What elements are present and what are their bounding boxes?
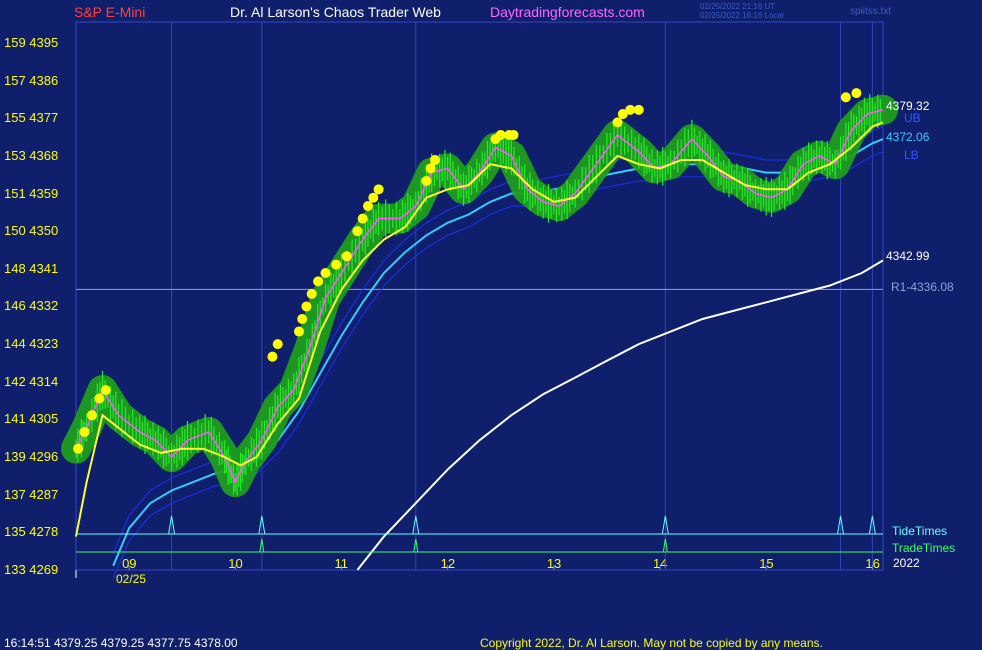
signal-dot — [94, 393, 105, 404]
signal-dot — [421, 175, 432, 186]
signal-dot — [352, 226, 363, 237]
signal-dot — [320, 267, 331, 278]
signal-dot — [301, 301, 312, 312]
signal-dot — [267, 351, 278, 362]
signal-dot — [100, 385, 111, 396]
upper-band-label: UB — [904, 111, 921, 125]
signal-dot — [297, 314, 308, 325]
trade-times-label: TradeTimes — [892, 541, 956, 555]
signal-dot — [840, 92, 851, 103]
signal-dot — [341, 251, 352, 262]
signal-dot — [373, 184, 384, 195]
lower-band-line — [112, 151, 884, 579]
price-chart — [61, 21, 898, 579]
slow-ma-value-label: 4342.99 — [886, 249, 930, 263]
last-quote: 16:14:51 4379.25 4379.25 4377.75 4378.00 — [4, 636, 238, 650]
signal-dot — [363, 201, 374, 212]
plot-frame — [75, 21, 884, 571]
copyright-notice: Copyright 2022, Dr. Al Larson. May not b… — [480, 636, 823, 650]
signal-dot — [293, 326, 304, 337]
signal-dot — [306, 288, 317, 299]
signal-dot — [357, 213, 368, 224]
signal-dot — [633, 104, 644, 115]
signal-dot — [73, 443, 84, 454]
signal-dot — [508, 129, 519, 140]
signal-dot — [272, 339, 283, 350]
r1-label: R1-4336.08 — [891, 280, 954, 294]
medium-ma-value-label: 4372.06 — [886, 130, 930, 144]
slow-ma-line — [356, 259, 884, 571]
signal-dot — [429, 155, 440, 166]
date-label: 02/25 — [116, 572, 147, 586]
lower-band-label: LB — [904, 148, 919, 162]
signal-dot — [313, 276, 324, 287]
tide-times-label: TideTimes — [892, 524, 948, 538]
signal-dot — [612, 117, 623, 128]
signal-dot — [331, 259, 342, 270]
year-label: 2022 — [893, 556, 920, 570]
signal-dot — [86, 410, 97, 421]
signal-dot — [79, 426, 90, 437]
signal-dot — [368, 192, 379, 203]
signal-dot — [851, 88, 862, 99]
